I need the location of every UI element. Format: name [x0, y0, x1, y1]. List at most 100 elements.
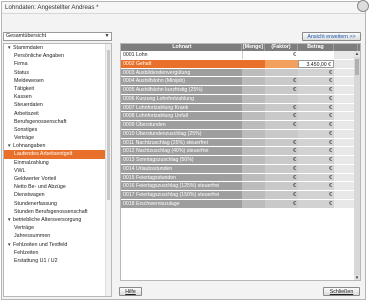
table-row[interactable]: 0018 Erschwerniszulage € € — [121, 199, 360, 209]
cell-lohnart[interactable]: 0008 Lohnfortzahlung Unfall — [121, 112, 242, 120]
cell-lohnart[interactable]: 0002 Gehalt — [121, 59, 242, 68]
cell-lohnart[interactable]: 0018 Erschwerniszulage — [121, 199, 242, 208]
tree-item[interactable]: Jahressummen — [4, 232, 111, 240]
cell-menge[interactable] — [242, 138, 265, 147]
cell-faktor[interactable]: € — [265, 138, 298, 147]
cell-lohnart[interactable]: 0013 Sonntagszuschlag (50%) — [121, 156, 242, 164]
cell-lohnart[interactable]: 0006 Kurzung Lohnfortzahlung — [121, 94, 242, 103]
column-header-menge[interactable]: [Menge] — [242, 44, 265, 51]
cell-menge[interactable] — [242, 51, 265, 59]
cell-menge[interactable] — [242, 59, 265, 68]
cell-faktor[interactable]: € — [265, 191, 298, 199]
tree-item[interactable]: Tätigkeit — [4, 85, 111, 93]
tree-item[interactable]: Firma — [4, 60, 111, 68]
chevron-down-icon[interactable]: ▼ — [104, 33, 110, 40]
column-header-faktor[interactable]: (Faktor) — [265, 44, 298, 51]
tree-item[interactable]: Fehlzeiten — [4, 249, 111, 257]
table-row[interactable]: 0009 Überstunden € € — [121, 121, 360, 130]
table-row[interactable]: 0006 Kurzung Lohnfortzahlung € — [121, 94, 360, 104]
table-row[interactable]: 0002 Gehalt 3.450,00 € — [121, 59, 360, 69]
tree-scrollbar[interactable] — [105, 44, 111, 296]
cell-lohnart[interactable]: 0009 Überstunden — [121, 121, 242, 129]
table-scrollbar[interactable]: ▲ ▼ — [354, 51, 360, 280]
table-row[interactable]: 0012 Nachtzuschlag (40%) steuerfrei € € — [121, 147, 360, 156]
table-row[interactable]: 0010 Überstundenzuschlag (25%) € — [121, 129, 360, 139]
cell-faktor[interactable]: € — [265, 86, 298, 94]
cell-betrag[interactable]: € — [298, 156, 334, 164]
cell-menge[interactable] — [242, 156, 265, 164]
cell-betrag[interactable]: 3.450,00 € — [298, 59, 334, 68]
tree-item[interactable]: VWL — [4, 167, 111, 175]
cell-menge[interactable] — [242, 94, 265, 103]
cell-betrag[interactable] — [298, 51, 334, 59]
tree-item[interactable]: Einmalzahlung — [4, 159, 111, 167]
tree-item[interactable]: Persönliche Angaben — [4, 52, 111, 60]
tree-item[interactable]: Kassen — [4, 93, 111, 101]
tree-item[interactable]: Stunden Berufsgenossenschaft — [4, 208, 111, 216]
tree-item[interactable]: Berufsgenossenschaft — [4, 118, 111, 126]
cell-lohnart[interactable]: 0012 Nachtzuschlag (40%) steuerfrei — [121, 147, 242, 155]
table-row[interactable]: 0005 Aushilfslohn kurzfristig (25%) € € — [121, 86, 360, 95]
cell-betrag[interactable]: € — [298, 129, 334, 138]
cell-lohnart[interactable]: 0005 Aushilfslohn kurzfristig (25%) — [121, 86, 242, 94]
extend-view-button[interactable]: Ansicht erweitern >> — [302, 32, 361, 41]
table-row[interactable]: 0008 Lohnfortzahlung Unfall € € — [121, 112, 360, 121]
cell-betrag[interactable]: € — [298, 77, 334, 85]
cell-lohnart[interactable]: 0003 Ausbildendenvergütung — [121, 68, 242, 77]
tree-item[interactable]: Status — [4, 69, 111, 77]
cell-menge[interactable] — [242, 147, 265, 155]
cell-faktor[interactable]: € — [265, 164, 298, 173]
tree-item[interactable]: Erstattung U1 / U2 — [4, 257, 111, 265]
cell-lohnart[interactable]: 0016 Feiertagszuschlag (125%) steuerfrei — [121, 182, 242, 190]
tree-scrollbar-thumb[interactable] — [107, 50, 110, 200]
cell-faktor[interactable]: € — [265, 199, 298, 208]
cell-betrag[interactable]: € — [298, 182, 334, 190]
cell-betrag[interactable]: € — [298, 199, 334, 208]
cell-betrag[interactable]: € — [298, 121, 334, 129]
tree-item[interactable]: Verträge — [4, 134, 111, 142]
tree-group[interactable]: ▼ Fehlzeiten und Textfeld — [4, 241, 111, 249]
cell-betrag[interactable]: € — [298, 138, 334, 147]
cell-menge[interactable] — [242, 129, 265, 138]
cell-betrag[interactable]: € — [298, 173, 334, 182]
cell-faktor[interactable] — [265, 94, 298, 103]
cell-faktor[interactable] — [265, 129, 298, 138]
close-button[interactable]: Schließen — [323, 287, 360, 296]
scroll-down-icon[interactable]: ▼ — [354, 275, 360, 280]
cell-lohnart[interactable]: 0010 Überstundenzuschlag (25%) — [121, 129, 242, 138]
cell-menge[interactable] — [242, 199, 265, 208]
cell-faktor[interactable]: € — [265, 103, 298, 112]
cell-faktor[interactable]: € — [265, 121, 298, 129]
cell-betrag[interactable]: € — [298, 86, 334, 94]
table-row[interactable]: 0016 Feiertagszuschlag (125%) steuerfrei… — [121, 182, 360, 191]
cell-menge[interactable] — [242, 86, 265, 94]
cell-faktor[interactable]: € — [265, 182, 298, 190]
cell-lohnart[interactable]: 0014 Urlaubsstunden — [121, 164, 242, 173]
tree-item[interactable]: Stundenerfassung — [4, 200, 111, 208]
cell-menge[interactable] — [242, 191, 265, 199]
cell-betrag[interactable]: € — [298, 103, 334, 112]
cell-betrag[interactable]: € — [298, 147, 334, 155]
tree-item[interactable]: Netto Be- und Abzüge — [4, 183, 111, 191]
cell-faktor[interactable]: € — [265, 156, 298, 164]
tree-item[interactable]: Dienstwagen — [4, 191, 111, 199]
cell-menge[interactable] — [242, 164, 265, 173]
cell-betrag[interactable]: € — [298, 94, 334, 103]
cell-lohnart[interactable]: 0011 Nachtzuschlag (25%) steuerfrei — [121, 138, 242, 147]
cell-menge[interactable] — [242, 121, 265, 129]
help-button[interactable]: Hilfe — [119, 287, 142, 296]
table-row[interactable]: 0011 Nachtzuschlag (25%) steuerfrei € € — [121, 138, 360, 148]
tree-item[interactable]: Sonstiges — [4, 126, 111, 134]
table-row[interactable]: 0004 Aushilfslohn (Minijob) € € — [121, 77, 360, 86]
cell-faktor[interactable]: € — [265, 51, 298, 59]
cell-lohnart[interactable]: 0004 Aushilfslohn (Minijob) — [121, 77, 242, 85]
table-row[interactable]: 0014 Urlaubsstunden € € — [121, 164, 360, 174]
cell-menge[interactable] — [242, 112, 265, 120]
cell-lohnart[interactable]: 0017 Feiertagszuschlag (150%) steuerfrei — [121, 191, 242, 199]
cell-lohnart[interactable]: 0015 Feiertagsstunden — [121, 173, 242, 182]
cell-betrag[interactable]: € — [298, 164, 334, 173]
cell-lohnart[interactable]: 0007 Lohnfortzahlung Krank — [121, 103, 242, 112]
table-row[interactable]: 0017 Feiertagszuschlag (150%) steuerfrei… — [121, 191, 360, 200]
cell-menge[interactable] — [242, 77, 265, 85]
tree-group[interactable]: ▼ Lohnangaben — [4, 142, 111, 150]
